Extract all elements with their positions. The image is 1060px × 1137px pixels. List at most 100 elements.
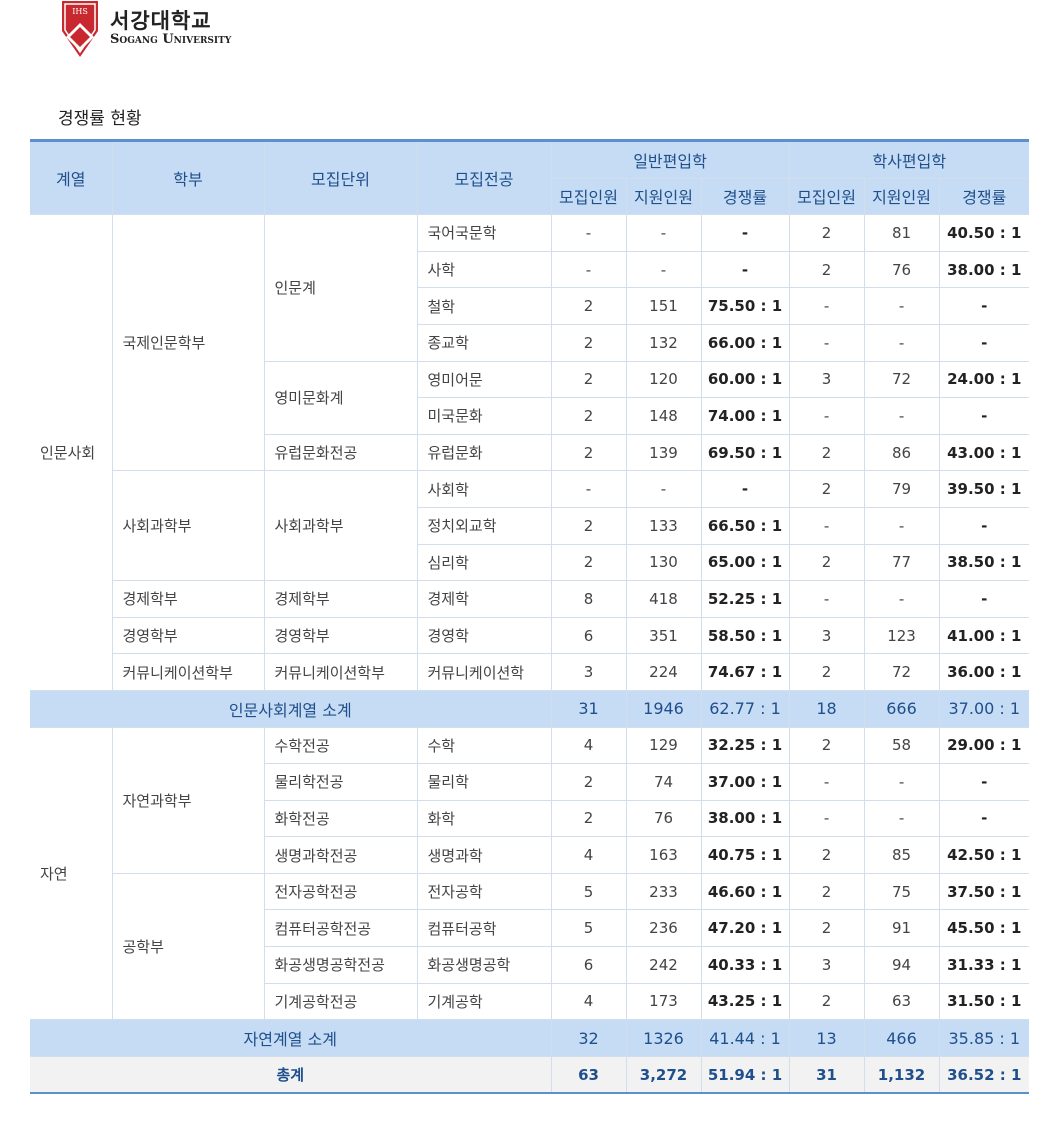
general-ratio-cell: 37.00 : 1: [700, 763, 790, 801]
major-cell: 사학: [417, 250, 552, 289]
bachelor-recruit-cell: 3: [788, 616, 865, 655]
unit-cell: 전자공학전공: [263, 872, 418, 911]
bachelor-applicants-cell: 123: [863, 616, 940, 655]
unit-cell: 화학전공: [264, 799, 418, 838]
bachelor-recruit-cell: 2: [788, 836, 865, 874]
subtotal-general-recruit: 31: [550, 689, 627, 728]
major-cell: 물리학: [416, 763, 552, 801]
bachelor-recruit-cell: 2: [788, 872, 865, 911]
bachelor-ratio-cell: -: [938, 397, 1030, 435]
bachelor-ratio-cell: 41.00 : 1: [938, 616, 1030, 655]
major-cell: 화학: [416, 799, 552, 838]
general-recruit-cell: 2: [550, 323, 627, 362]
unit-cell: 물리학전공: [264, 763, 418, 801]
unit-cell: 경제학부: [263, 580, 418, 618]
general-applicants-cell: -: [625, 250, 702, 289]
bachelor-applicants-cell: -: [863, 763, 940, 801]
bachelor-recruit-cell: 2: [788, 726, 865, 765]
subtotal-bachelor-applicants: 466: [863, 1019, 940, 1057]
major-cell: 정치외교학: [417, 506, 552, 545]
bachelor-applicants-cell: 58: [863, 726, 940, 765]
bachelor-ratio-cell: 29.00 : 1: [938, 726, 1030, 765]
general-applicants-cell: 233: [625, 872, 702, 911]
bachelor-recruit-cell: -: [788, 799, 865, 838]
bachelor-applicants-cell: 77: [863, 543, 940, 582]
bachelor-ratio-cell: 39.50 : 1: [938, 470, 1030, 508]
bachelor-recruit-cell: -: [788, 287, 865, 325]
general-ratio-cell: 46.60 : 1: [700, 872, 790, 911]
general-applicants-cell: -: [625, 214, 702, 252]
bachelor-recruit-cell: 2: [788, 543, 865, 582]
general-recruit-cell: 8: [550, 580, 627, 618]
bachelor-recruit-cell: 3: [788, 946, 865, 984]
bachelor-ratio-cell: -: [938, 506, 1030, 545]
general-recruit-cell: 6: [550, 616, 627, 655]
general-ratio-cell: 43.25 : 1: [700, 982, 790, 1021]
general-applicants-cell: 129: [625, 726, 702, 765]
bachelor-applicants-cell: 75: [863, 872, 940, 911]
total-row: 총계 63 3,272 51.94 : 1 31 1,132 36.52 : 1: [30, 1055, 1030, 1094]
bachelor-recruit-cell: 3: [788, 360, 865, 399]
school-cell: 자연과학부: [111, 726, 265, 874]
total-label: 총계: [30, 1055, 552, 1094]
general-applicants-cell: 133: [625, 506, 702, 545]
field-cell: 인문사회: [30, 214, 113, 691]
bachelor-applicants-cell: 94: [863, 946, 940, 984]
general-applicants-cell: 132: [625, 323, 702, 362]
bachelor-recruit-cell: 2: [788, 250, 865, 289]
header-field: 계열: [30, 140, 113, 216]
general-ratio-cell: 74.00 : 1: [700, 397, 790, 435]
header-general-applicants: 지원인원: [625, 177, 702, 216]
table-row: 경제학부 경제학부 경제학 8 418 52.25 : 1 - - -: [30, 580, 1030, 618]
major-cell: 화공생명공학: [416, 946, 552, 984]
table-row: 사회과학부 사회과학부 사회학 - - - 2 79 39.50 : 1: [30, 470, 1030, 582]
bachelor-recruit-cell: 2: [788, 470, 865, 508]
major-cell: 커뮤니케이션학: [416, 653, 552, 691]
bachelor-recruit-cell: 2: [788, 214, 865, 252]
competition-rate-table: 계열 학부 모집단위 모집전공 일반편입학 학사편입학 모집인원 지원인원 경쟁…: [30, 139, 1030, 1095]
bachelor-applicants-cell: -: [863, 397, 940, 435]
subtotal-general-applicants: 1326: [625, 1019, 702, 1057]
bachelor-recruit-cell: -: [788, 580, 865, 618]
header-major: 모집전공: [416, 140, 552, 216]
subtotal-general-applicants: 1946: [625, 689, 702, 728]
general-recruit-cell: 2: [550, 799, 627, 838]
general-applicants-cell: 74: [625, 763, 702, 801]
unit-cell: 생명과학전공: [264, 836, 418, 874]
general-recruit-cell: 2: [550, 506, 627, 545]
major-cell: 컴퓨터공학: [416, 909, 552, 948]
major-cell: 미국문화: [417, 397, 552, 435]
school-cell: 커뮤니케이션학부: [112, 653, 265, 691]
bachelor-applicants-cell: -: [863, 580, 940, 618]
svg-text:IHS: IHS: [72, 7, 88, 16]
general-recruit-cell: 2: [550, 287, 627, 325]
bachelor-applicants-cell: -: [863, 287, 940, 325]
bachelor-recruit-cell: -: [788, 763, 865, 801]
bachelor-ratio-cell: 31.33 : 1: [938, 946, 1030, 984]
total-general-applicants: 3,272: [625, 1055, 702, 1094]
bachelor-recruit-cell: 2: [788, 982, 865, 1021]
total-general-recruit: 63: [550, 1055, 627, 1094]
major-cell: 생명과학: [416, 836, 552, 874]
university-logo[interactable]: IHS 서강대학교 Sogang University: [58, 0, 231, 58]
general-ratio-cell: 40.75 : 1: [700, 836, 790, 874]
general-ratio-cell: 40.33 : 1: [700, 946, 790, 984]
general-recruit-cell: 2: [550, 433, 627, 472]
general-ratio-cell: 65.00 : 1: [700, 543, 790, 582]
subtotal-row-humanities: 인문사회계열 소계 31 1946 62.77 : 1 18 666 37.00…: [30, 689, 1030, 728]
general-applicants-cell: 130: [625, 543, 702, 582]
bachelor-ratio-cell: 38.00 : 1: [938, 250, 1030, 289]
general-ratio-cell: 52.25 : 1: [700, 580, 790, 618]
header-general-transfer: 일반편입학: [550, 140, 790, 179]
general-applicants-cell: 418: [625, 580, 702, 618]
bachelor-recruit-cell: -: [788, 397, 865, 435]
header-general-recruit: 모집인원: [551, 177, 627, 216]
total-bachelor-ratio: 36.52 : 1: [938, 1055, 1030, 1094]
bachelor-applicants-cell: -: [863, 506, 940, 545]
bachelor-ratio-cell: -: [938, 763, 1030, 801]
unit-cell: 컴퓨터공학전공: [264, 909, 418, 948]
general-ratio-cell: 69.50 : 1: [700, 433, 790, 472]
header-bachelor-transfer: 학사편입학: [788, 140, 1030, 179]
logo-english-name: Sogang University: [110, 32, 232, 47]
general-applicants-cell: -: [625, 470, 702, 508]
